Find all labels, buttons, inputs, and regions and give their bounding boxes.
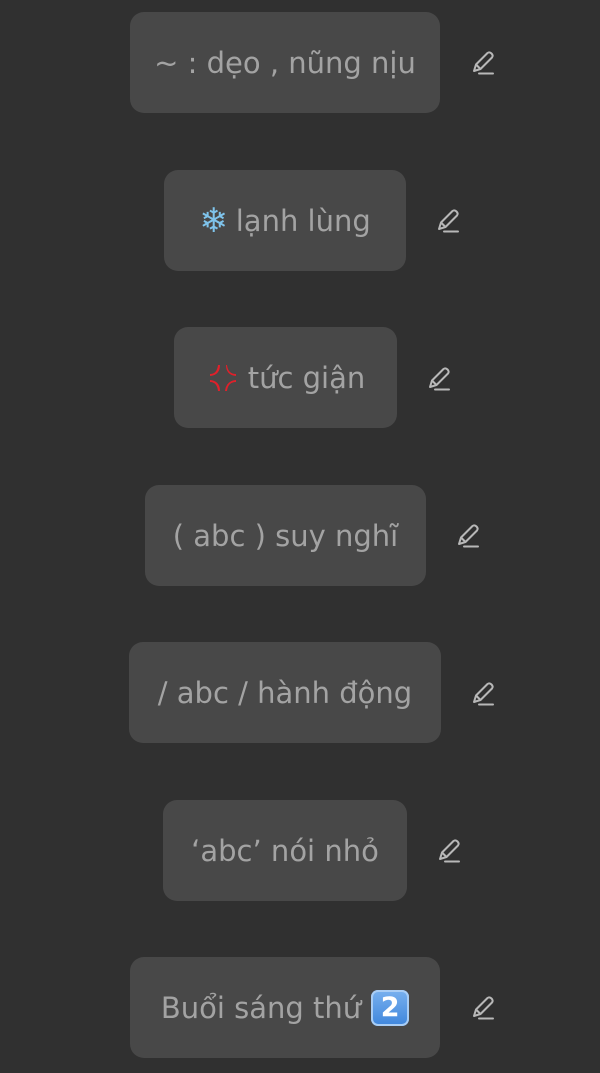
chip-label: ~ : dẹo , nũng nịu	[154, 45, 416, 80]
chip-label: tức giận	[247, 360, 366, 395]
status-chip-hanh-dong[interactable]: / abc / hành động	[129, 642, 441, 743]
edit-pencil-icon[interactable]	[434, 836, 464, 866]
edit-pencil-icon[interactable]	[468, 679, 498, 709]
chip-label: ‘abc’ nói nhỏ	[191, 833, 379, 868]
status-chip-suy-nghi[interactable]: ( abc ) suy nghĩ	[145, 485, 426, 586]
chip-label: lạnh lùng	[235, 203, 371, 238]
anger-symbol-icon	[206, 361, 240, 395]
edit-pencil-icon[interactable]	[453, 521, 483, 551]
status-chip-deo-nung-niu[interactable]: ~ : dẹo , nũng nịu	[130, 12, 440, 113]
edit-pencil-icon[interactable]	[468, 993, 498, 1023]
chip-label: ( abc ) suy nghĩ	[172, 518, 399, 553]
status-chip-tuc-gian[interactable]: tức giận	[174, 327, 397, 428]
edit-pencil-icon[interactable]	[468, 48, 498, 78]
snowflake-icon: ❄	[199, 200, 228, 241]
edit-pencil-icon[interactable]	[433, 206, 463, 236]
keycap-two-icon: 2	[371, 989, 410, 1026]
status-chip-buoi-sang[interactable]: Buổi sáng thứ 2	[130, 957, 440, 1058]
edit-pencil-icon[interactable]	[424, 364, 454, 394]
status-chip-noi-nho[interactable]: ‘abc’ nói nhỏ	[163, 800, 407, 901]
status-chip-lanh-lung[interactable]: ❄ lạnh lùng	[164, 170, 406, 271]
chip-label: / abc / hành động	[157, 675, 413, 710]
chip-label: Buổi sáng thứ	[160, 990, 362, 1025]
